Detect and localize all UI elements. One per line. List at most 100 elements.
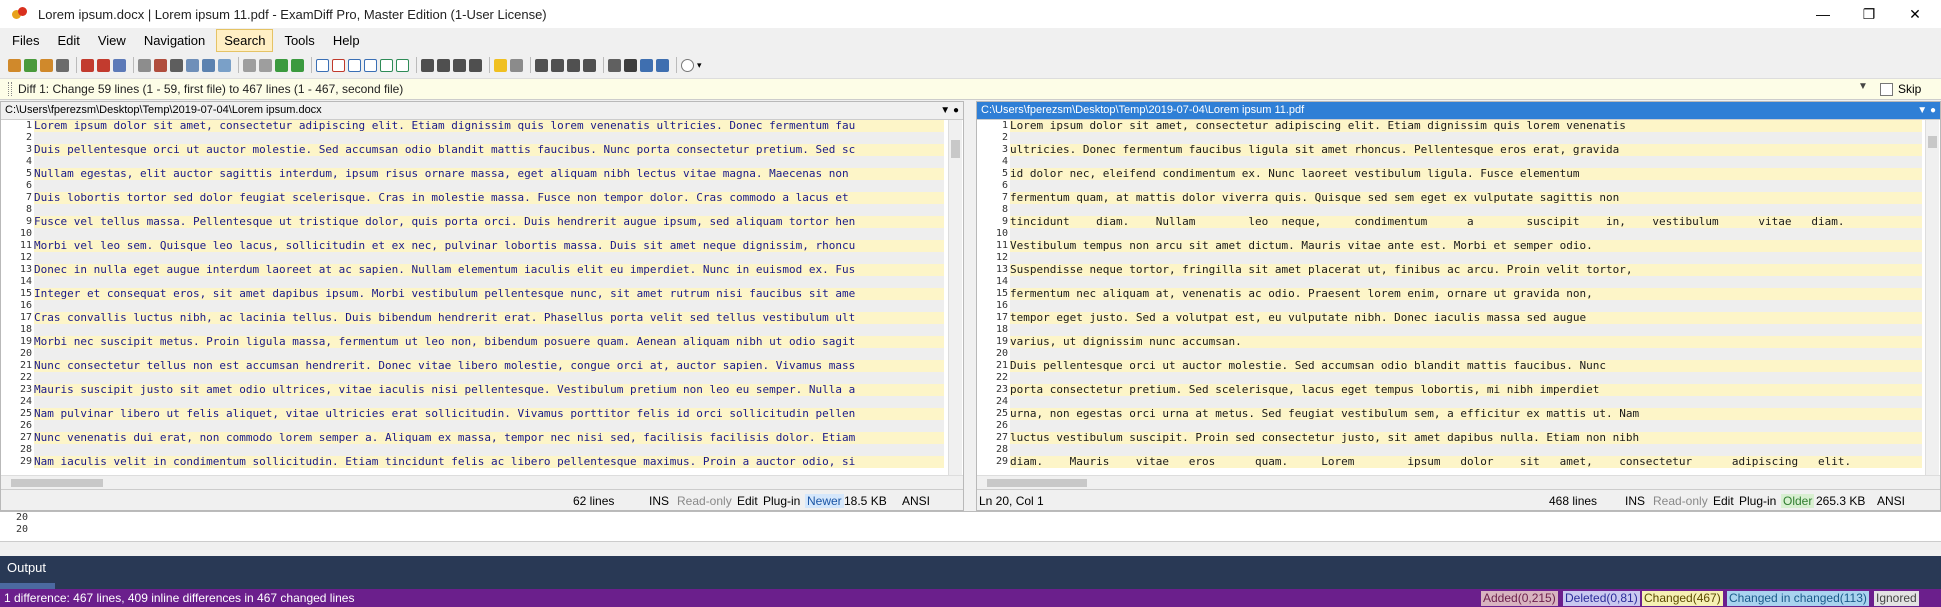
left-text-view[interactable]: Lorem ipsum dolor sit amet, consectetur … [34, 120, 944, 475]
text-line[interactable] [34, 204, 944, 216]
text-line[interactable] [1010, 300, 1922, 312]
text-line[interactable]: Morbi nec suscipit metus. Proin ligula m… [34, 336, 944, 348]
edit-right-icon[interactable] [154, 58, 167, 72]
text-line[interactable]: tempor eget justo. Sed a volutpat est, e… [1010, 312, 1922, 324]
text-line[interactable] [34, 444, 944, 456]
open-folder-icon[interactable] [8, 58, 21, 72]
find-replace-icon[interactable] [583, 58, 596, 72]
text-line[interactable]: varius, ut dignissim nunc accumsan. [1010, 336, 1922, 348]
sync-icon[interactable] [640, 58, 653, 72]
right-hscroll-thumb[interactable] [987, 479, 1087, 487]
text-line[interactable] [1010, 324, 1922, 336]
text-line[interactable] [1010, 252, 1922, 264]
checkmark-icon[interactable] [396, 58, 409, 72]
left-hscroll-thumb[interactable] [11, 479, 103, 487]
text-line[interactable] [34, 396, 944, 408]
text-line[interactable]: ultricies. Donec fermentum faucibus ligu… [1010, 144, 1922, 156]
text-line[interactable] [34, 156, 944, 168]
text-line[interactable] [34, 132, 944, 144]
recompare-icon[interactable] [56, 58, 69, 72]
menu-search[interactable]: Search [216, 28, 274, 52]
text-line[interactable] [1010, 444, 1922, 456]
text-line[interactable]: Duis pellentesque orci ut auctor molesti… [34, 144, 944, 156]
save-all-icon[interactable] [113, 58, 126, 72]
text-line[interactable] [1010, 420, 1922, 432]
text-line[interactable]: Nam iaculis velit in condimentum sollici… [34, 456, 944, 468]
print-icon[interactable] [218, 58, 231, 72]
goto-line-icon[interactable] [608, 58, 621, 72]
grip-handle[interactable] [8, 82, 12, 96]
text-line[interactable] [1010, 228, 1922, 240]
text-line[interactable] [34, 252, 944, 264]
chevron-down-icon[interactable]: ▾ [697, 59, 710, 72]
menu-view[interactable]: View [91, 30, 133, 51]
text-line[interactable]: Nullam egestas, elit auctor sagittis int… [34, 168, 944, 180]
text-line[interactable]: Fusce vel tellus massa. Pellentesque ut … [34, 216, 944, 228]
text-line[interactable] [34, 276, 944, 288]
bars-icon[interactable] [624, 58, 637, 72]
merge-icon[interactable] [656, 58, 669, 72]
bookmark-icon[interactable] [494, 58, 507, 72]
menu-help[interactable]: Help [326, 30, 367, 51]
text-line[interactable]: diam. Mauris vitae eros quam. Lorem ipsu… [1010, 456, 1922, 468]
view-grid-icon[interactable] [364, 58, 377, 72]
text-line[interactable] [1010, 156, 1922, 168]
redo-icon[interactable] [259, 58, 272, 72]
skip-toggle[interactable]: Skip [1880, 82, 1921, 96]
text-line[interactable] [1010, 204, 1922, 216]
text-line[interactable] [34, 420, 944, 432]
maximize-button[interactable]: ❐ [1846, 0, 1892, 28]
menu-files[interactable]: Files [5, 30, 46, 51]
text-line[interactable]: Integer et consequat eros, sit amet dapi… [34, 288, 944, 300]
right-vertical-scrollbar[interactable] [1925, 120, 1939, 475]
text-line[interactable] [34, 324, 944, 336]
edit-icon[interactable] [138, 58, 151, 72]
gear-icon[interactable] [681, 58, 694, 72]
paste-icon[interactable] [202, 58, 215, 72]
text-line[interactable] [1010, 132, 1922, 144]
text-line[interactable]: Duis lobortis tortor sed dolor feugiat s… [34, 192, 944, 204]
text-line[interactable]: luctus vestibulum suscipit. Proin sed co… [1010, 432, 1922, 444]
text-line[interactable] [34, 348, 944, 360]
text-line[interactable]: Nam pulvinar libero ut felis aliquet, vi… [34, 408, 944, 420]
bookmark-next-icon[interactable] [510, 58, 523, 72]
find-next-icon[interactable] [551, 58, 564, 72]
pane-options-icon[interactable]: ▼ ● [940, 102, 959, 119]
copy-left-arrow-icon[interactable] [291, 58, 304, 72]
text-line[interactable]: Cras convallis luctus nibh, ac lacinia t… [34, 312, 944, 324]
text-line[interactable] [1010, 372, 1922, 384]
filter-options-icon[interactable] [453, 58, 466, 72]
text-line[interactable]: Vestibulum tempus non arcu sit amet dict… [1010, 240, 1922, 252]
left-horizontal-scrollbar[interactable] [1, 475, 963, 489]
menu-tools[interactable]: Tools [277, 30, 321, 51]
text-line[interactable]: fermentum nec aliquam at, venenatis ac o… [1010, 288, 1922, 300]
text-line[interactable] [1010, 348, 1922, 360]
binoculars-icon[interactable] [535, 58, 548, 72]
menu-navigation[interactable]: Navigation [137, 30, 212, 51]
open-dir-icon[interactable] [40, 58, 53, 72]
skip-checkbox[interactable] [1880, 82, 1893, 96]
close-button[interactable]: ✕ [1892, 0, 1938, 28]
filter-ignore-icon[interactable] [437, 58, 450, 72]
text-line[interactable]: Mauris suscipit justo sit amet odio ultr… [34, 384, 944, 396]
text-line[interactable]: Suspendisse neque tortor, fringilla sit … [1010, 264, 1922, 276]
filter-clear-icon[interactable] [469, 58, 482, 72]
text-line[interactable] [1010, 396, 1922, 408]
undo-icon[interactable] [243, 58, 256, 72]
cut-icon[interactable] [170, 58, 183, 72]
text-line[interactable]: porta consectetur pretium. Sed scelerisq… [1010, 384, 1922, 396]
minimize-button[interactable]: — [1800, 0, 1846, 28]
text-line[interactable]: Nunc consectetur tellus non est accumsan… [34, 360, 944, 372]
right-horizontal-scrollbar[interactable] [977, 475, 1940, 489]
left-vscroll-thumb[interactable] [951, 140, 960, 158]
text-line[interactable]: Lorem ipsum dolor sit amet, consectetur … [34, 120, 944, 132]
text-line[interactable]: Nunc venenatis dui erat, non commodo lor… [34, 432, 944, 444]
copy-right-arrow-icon[interactable] [275, 58, 288, 72]
view-diff-icon[interactable] [380, 58, 393, 72]
right-text-view[interactable]: Lorem ipsum dolor sit amet, consectetur … [1010, 120, 1922, 475]
text-line[interactable]: tincidunt diam. Nullam leo neque, condim… [1010, 216, 1922, 228]
text-line[interactable]: Donec in nulla eget augue interdum laore… [34, 264, 944, 276]
view-layout-icon[interactable] [316, 58, 329, 72]
text-line[interactable] [1010, 276, 1922, 288]
text-line[interactable]: id dolor nec, eleifend condimentum ex. N… [1010, 168, 1922, 180]
